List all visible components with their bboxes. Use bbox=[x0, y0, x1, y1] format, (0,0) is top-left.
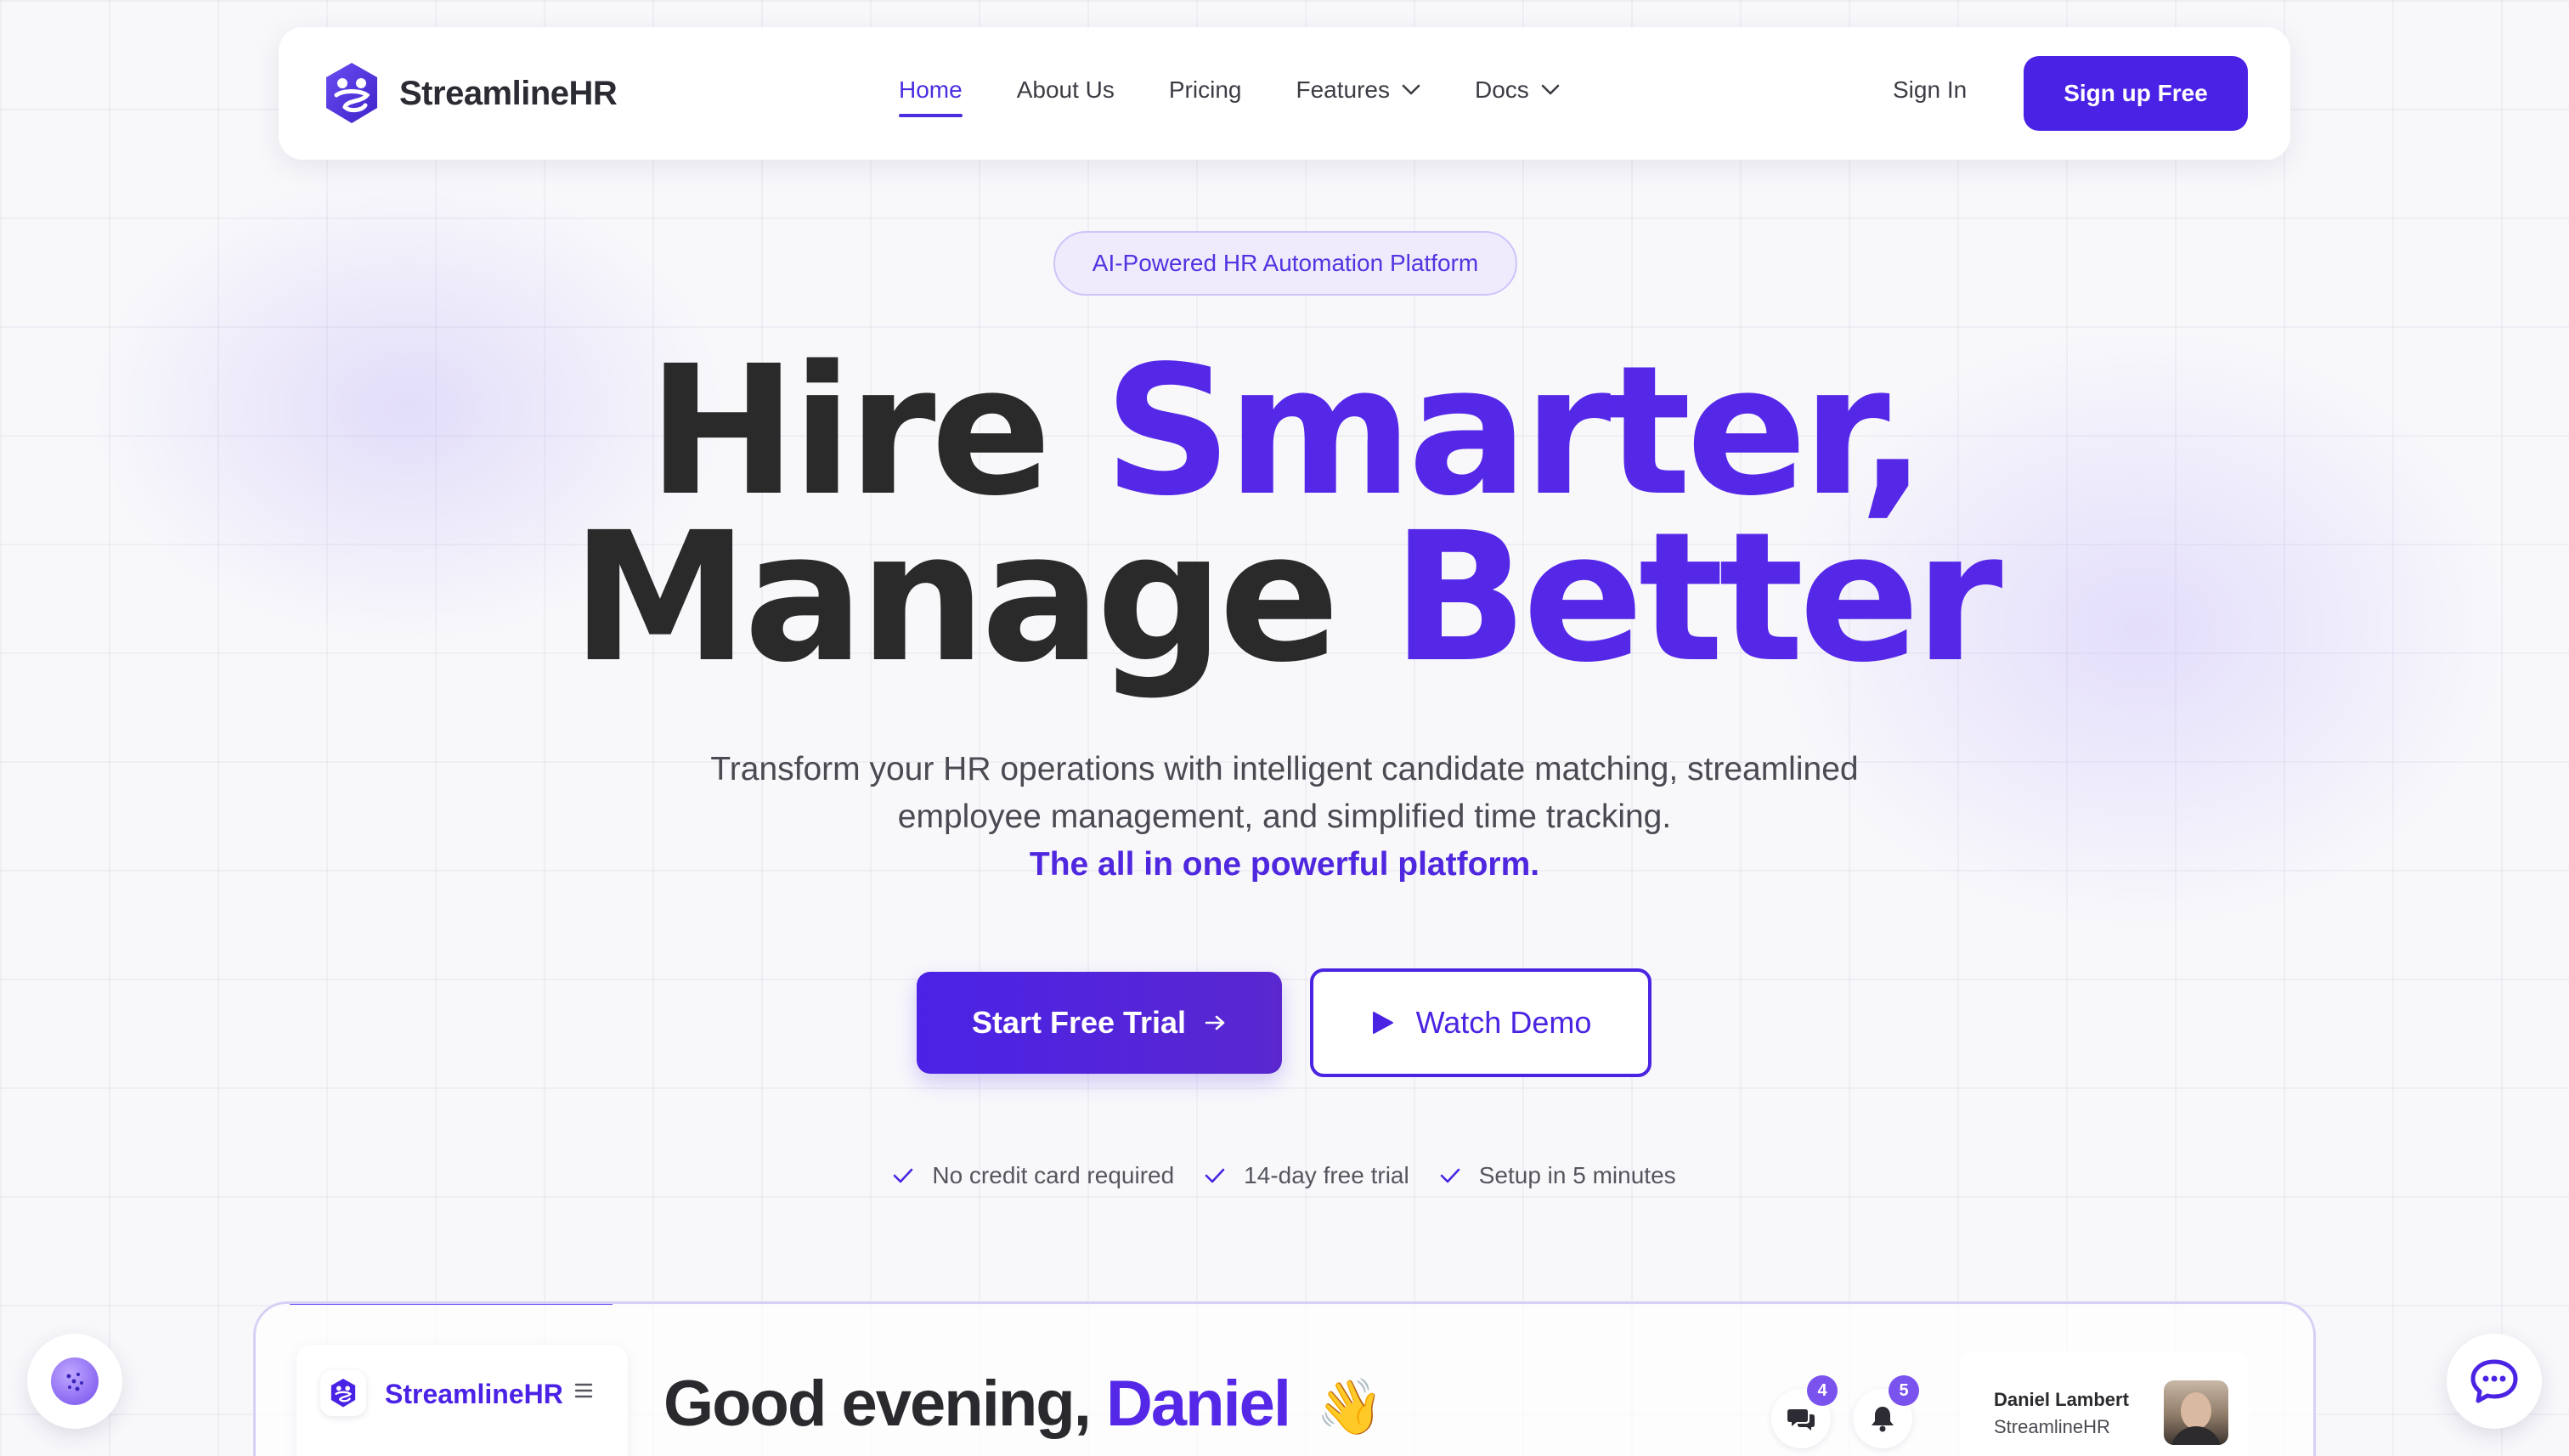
messages-button[interactable]: 4 bbox=[1771, 1375, 1838, 1448]
dashboard-sidebar: StreamlineHR bbox=[296, 1345, 628, 1456]
check-icon bbox=[894, 1168, 913, 1183]
headline-word-better: Better bbox=[1392, 494, 2002, 702]
hero-subtext-line1: Transform your HR operations with intell… bbox=[710, 751, 1859, 787]
sign-in-link[interactable]: Sign In bbox=[1893, 76, 1967, 104]
trust-item: Setup in 5 minutes bbox=[1440, 1162, 1676, 1189]
preview-accent-line bbox=[290, 1304, 613, 1305]
background-grid bbox=[0, 0, 2569, 1456]
greeting-text: Good evening, bbox=[663, 1368, 1092, 1440]
nav-pricing-label: Pricing bbox=[1168, 76, 1242, 103]
nav-about-label: About Us bbox=[1016, 76, 1115, 103]
check-icon bbox=[1205, 1168, 1225, 1183]
hero-tagline: The all in one powerful platform. bbox=[1029, 846, 1540, 883]
avatar-face bbox=[2181, 1392, 2211, 1430]
chevron-down-icon bbox=[1402, 84, 1420, 95]
user-profile-card[interactable]: Daniel Lambert StreamlineHR bbox=[1960, 1352, 2249, 1456]
user-avatar bbox=[2164, 1380, 2228, 1445]
nav-home-link[interactable]: Home bbox=[899, 76, 963, 117]
chat-support-button[interactable] bbox=[2447, 1334, 2542, 1429]
primary-nav: Home About Us Pricing Features Docs bbox=[899, 76, 1614, 117]
nav-home-label: Home bbox=[899, 76, 963, 103]
nav-features-label: Features bbox=[1296, 76, 1390, 103]
sign-up-button[interactable]: Sign up Free bbox=[2024, 56, 2248, 131]
dashboard-brand-name: StreamlineHR bbox=[385, 1379, 563, 1409]
brand-logo-link[interactable]: StreamlineHR bbox=[321, 61, 618, 126]
hero-headline-line2: Manage Better bbox=[0, 509, 2569, 687]
start-free-trial-button[interactable]: Start Free Trial bbox=[917, 972, 1282, 1074]
sparkle-assistant-icon bbox=[51, 1357, 99, 1405]
watch-demo-label: Watch Demo bbox=[1415, 1005, 1592, 1040]
assistant-floating-button[interactable] bbox=[27, 1334, 122, 1429]
play-icon bbox=[1372, 1012, 1393, 1034]
trust-item: 14-day free trial bbox=[1205, 1162, 1409, 1189]
hero-headline-line1: Hire Smarter, bbox=[0, 342, 2569, 521]
trust-item-label: Setup in 5 minutes bbox=[1478, 1162, 1676, 1188]
trust-indicators: No credit card required 14-day free tria… bbox=[0, 1162, 2569, 1189]
messages-count-badge: 4 bbox=[1807, 1375, 1838, 1406]
dashboard-greeting: Good evening, Daniel 👋 bbox=[663, 1367, 1384, 1441]
headline-word-manage: Manage bbox=[571, 494, 1340, 702]
trust-item-label: 14-day free trial bbox=[1244, 1162, 1409, 1188]
nav-about-link[interactable]: About Us bbox=[1017, 76, 1115, 104]
nav-docs-label: Docs bbox=[1474, 76, 1529, 103]
brand-logo-icon bbox=[330, 1379, 356, 1408]
trust-item: No credit card required bbox=[893, 1162, 1174, 1189]
notifications-count-badge: 5 bbox=[1889, 1375, 1919, 1406]
top-navbar: StreamlineHR Home About Us Pricing Featu… bbox=[279, 27, 2290, 160]
hamburger-menu-icon[interactable] bbox=[573, 1380, 594, 1401]
greeting-name: Daniel bbox=[1105, 1368, 1291, 1440]
brand-name: StreamlineHR bbox=[399, 74, 618, 112]
trust-item-label: No credit card required bbox=[932, 1162, 1175, 1188]
dashboard-logo bbox=[320, 1370, 366, 1416]
check-icon bbox=[1440, 1168, 1460, 1183]
hero-subtext-line2: employee management, and simplified time… bbox=[897, 799, 1672, 835]
nav-docs-dropdown[interactable]: Docs bbox=[1475, 76, 1560, 104]
brand-logo-icon bbox=[326, 63, 377, 123]
chat-bubbles-icon bbox=[1787, 1409, 1815, 1431]
nav-features-dropdown[interactable]: Features bbox=[1296, 76, 1420, 104]
avatar-body bbox=[2171, 1426, 2222, 1445]
chevron-down-icon bbox=[1541, 84, 1560, 95]
start-free-trial-label: Start Free Trial bbox=[971, 1005, 1187, 1040]
dashboard-preview: StreamlineHR Good evening, Daniel 👋 4 5 … bbox=[253, 1301, 2316, 1456]
notifications-button[interactable]: 5 bbox=[1853, 1375, 1919, 1448]
arrow-right-icon bbox=[1205, 1015, 1225, 1030]
chat-support-icon bbox=[2470, 1359, 2518, 1403]
hero-badge: AI-Powered HR Automation Platform bbox=[1053, 231, 1517, 296]
sparkle-dots-icon bbox=[66, 1373, 83, 1391]
bell-icon bbox=[1872, 1407, 1894, 1432]
wave-emoji: 👋 bbox=[1316, 1376, 1384, 1437]
nav-pricing-link[interactable]: Pricing bbox=[1169, 76, 1242, 104]
user-company: StreamlineHR bbox=[1994, 1416, 2110, 1437]
watch-demo-button[interactable]: Watch Demo bbox=[1310, 968, 1652, 1077]
user-name: Daniel Lambert bbox=[1994, 1389, 2129, 1410]
